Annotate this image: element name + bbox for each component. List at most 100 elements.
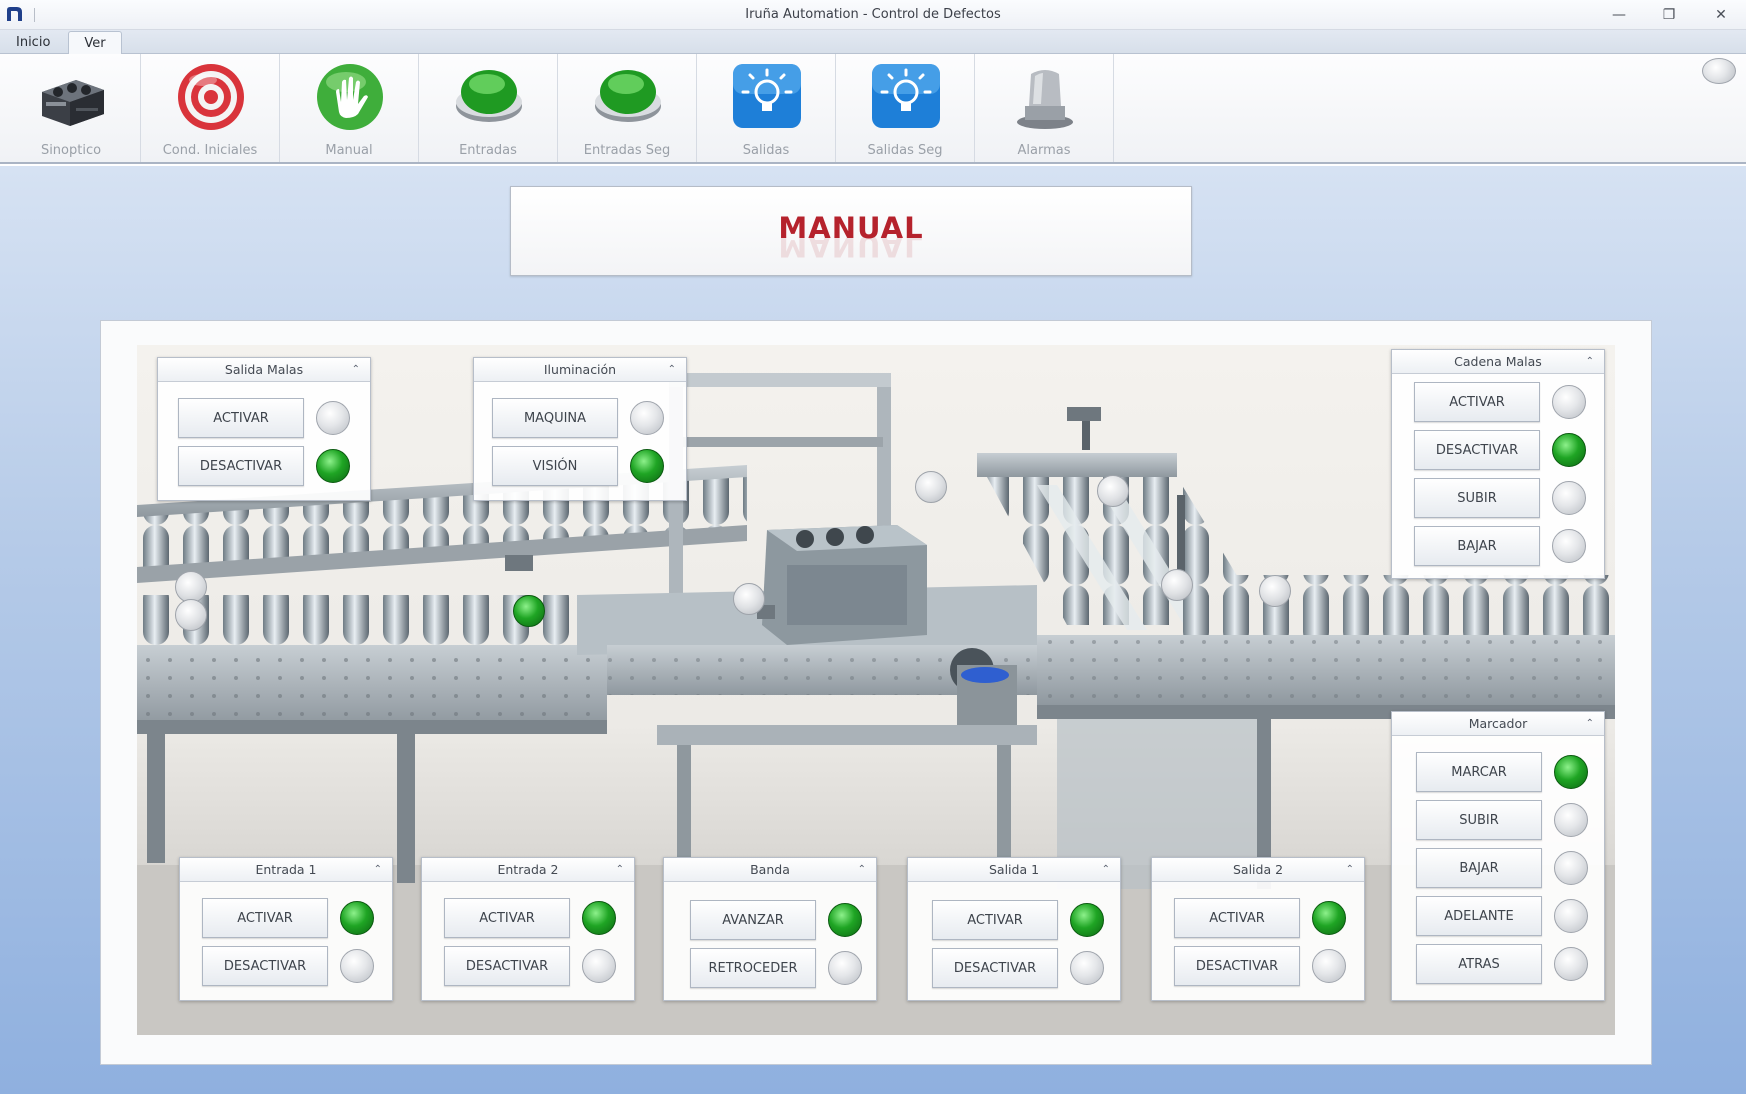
status-lamp: [316, 401, 350, 435]
entrada-1-desactivar-button[interactable]: DESACTIVAR: [202, 946, 328, 986]
salida-2-activar-button[interactable]: ACTIVAR: [1174, 898, 1300, 938]
status-lamp: [828, 903, 862, 937]
status-lamp: [1312, 949, 1346, 983]
status-lamp: [1554, 899, 1588, 933]
status-lamp: [340, 901, 374, 935]
banda-avanzar-button[interactable]: AVANZAR: [690, 900, 816, 940]
ribbon-label: Salidas Seg: [867, 143, 943, 158]
collapse-icon[interactable]: ⌃: [374, 858, 382, 882]
ribbon-label: Alarmas: [1017, 143, 1071, 158]
status-lamp: [630, 449, 664, 483]
group-title-text: Salida 1: [988, 862, 1040, 877]
group-title: Marcador ⌃: [1392, 712, 1604, 736]
salida-2-desactivar-button[interactable]: DESACTIVAR: [1174, 946, 1300, 986]
group-title: Entrada 1 ⌃: [180, 858, 392, 882]
marcador-subir-button[interactable]: SUBIR: [1416, 800, 1542, 840]
cadena-malas-subir-button[interactable]: SUBIR: [1414, 478, 1540, 518]
status-lamp: [1554, 947, 1588, 981]
group-entrada-1: Entrada 1 ⌃ ACTIVAR DESACTIVAR: [179, 857, 393, 1001]
status-lamp: [1552, 385, 1586, 419]
group-title: Salida 2 ⌃: [1152, 858, 1364, 882]
cadena-malas-activar-button[interactable]: ACTIVAR: [1414, 382, 1540, 422]
status-lamp: [1312, 901, 1346, 935]
close-button[interactable]: ✕: [1700, 3, 1742, 27]
machine-sensor: [1161, 569, 1193, 601]
green-button-icon: [456, 70, 522, 122]
group-title-text: Entrada 2: [497, 862, 559, 877]
ribbon-options-button[interactable]: [1700, 58, 1736, 86]
machine-sensor: [175, 599, 207, 631]
ribbon-entradas-seg-button[interactable]: Entradas Seg: [558, 54, 697, 162]
group-title-text: Salida 2: [1232, 862, 1284, 877]
group-title: Entrada 2 ⌃: [422, 858, 634, 882]
iluminacion-maquina-button[interactable]: MAQUINA: [492, 398, 618, 438]
ribbon-salidas-seg-button[interactable]: Salidas Seg: [836, 54, 975, 162]
salida-malas-activar-button[interactable]: ACTIVAR: [178, 398, 304, 438]
group-iluminacion: Iluminación ⌃ MAQUINA VISIÓN: [473, 357, 687, 501]
salida-1-activar-button[interactable]: ACTIVAR: [932, 900, 1058, 940]
entrada-2-desactivar-button[interactable]: DESACTIVAR: [444, 946, 570, 986]
machine-sensor: [915, 471, 947, 503]
cadena-malas-desactivar-button[interactable]: DESACTIVAR: [1414, 430, 1540, 470]
ribbon-manual-button[interactable]: Manual: [280, 54, 419, 162]
status-lamp: [1070, 903, 1104, 937]
salida-malas-desactivar-button[interactable]: DESACTIVAR: [178, 446, 304, 486]
tab-inicio[interactable]: Inicio: [4, 31, 62, 54]
marcador-bajar-button[interactable]: BAJAR: [1416, 848, 1542, 888]
collapse-icon[interactable]: ⌃: [616, 858, 624, 882]
marcador-atras-button[interactable]: ATRAS: [1416, 944, 1542, 984]
status-lamp: [582, 949, 616, 983]
status-lamp: [1070, 951, 1104, 985]
ribbon-label: Cond. Iniciales: [162, 143, 258, 158]
engine-block-icon: [42, 80, 104, 126]
tab-ver[interactable]: Ver: [68, 31, 122, 55]
machine-sensor: [513, 595, 545, 627]
salida-1-desactivar-button[interactable]: DESACTIVAR: [932, 948, 1058, 988]
title-bar: Iruña Automation - Control de Defectos —…: [0, 0, 1746, 30]
group-title-text: Entrada 1: [255, 862, 317, 877]
entrada-1-activar-button[interactable]: ACTIVAR: [202, 898, 328, 938]
collapse-icon[interactable]: ⌃: [1346, 858, 1354, 882]
minimize-button[interactable]: —: [1598, 3, 1640, 27]
marcador-adelante-button[interactable]: ADELANTE: [1416, 896, 1542, 936]
banda-retroceder-button[interactable]: RETROCEDER: [690, 948, 816, 988]
collapse-icon[interactable]: ⌃: [1586, 350, 1594, 374]
entrada-2-activar-button[interactable]: ACTIVAR: [444, 898, 570, 938]
ribbon-tab-bar: Inicio Ver: [0, 30, 1746, 55]
marcador-marcar-button[interactable]: MARCAR: [1416, 752, 1542, 792]
iluminacion-vision-button[interactable]: VISIÓN: [492, 446, 618, 486]
group-banda: Banda ⌃ AVANZAR RETROCEDER: [663, 857, 877, 1001]
ribbon-label: Entradas: [459, 143, 517, 158]
ribbon-alarmas-button[interactable]: Alarmas: [975, 54, 1114, 162]
collapse-icon[interactable]: ⌃: [858, 858, 866, 882]
ribbon-label: Entradas Seg: [583, 143, 671, 158]
status-lamp: [1554, 803, 1588, 837]
main-panel: MANUAL MANUAL Salida Malas ⌃ ACTIVAR DES…: [0, 166, 1746, 1094]
lightbulb-icon: [872, 64, 940, 128]
collapse-icon[interactable]: ⌃: [352, 358, 360, 382]
group-title: Salida 1 ⌃: [908, 858, 1120, 882]
group-title-text: Salida Malas: [224, 362, 304, 377]
ribbon: Sinoptico Cond. Iniciales Manual Entrada…: [0, 54, 1746, 164]
target-icon: [178, 64, 244, 130]
ribbon-label: Sinoptico: [40, 143, 102, 158]
ribbon-salidas-button[interactable]: Salidas: [697, 54, 836, 162]
collapse-icon[interactable]: ⌃: [1102, 858, 1110, 882]
status-lamp: [1554, 755, 1588, 789]
cadena-malas-bajar-button[interactable]: BAJAR: [1414, 526, 1540, 566]
ribbon-cond-iniciales-button[interactable]: Cond. Iniciales: [141, 54, 280, 162]
ribbon-sinoptico-button[interactable]: Sinoptico: [2, 54, 141, 162]
collapse-icon[interactable]: ⌃: [1586, 712, 1594, 736]
group-salida-2: Salida 2 ⌃ ACTIVAR DESACTIVAR: [1151, 857, 1365, 1001]
ribbon-entradas-button[interactable]: Entradas: [419, 54, 558, 162]
group-title: Iluminación ⌃: [474, 358, 686, 382]
group-title: Salida Malas ⌃: [158, 358, 370, 382]
group-title: Cadena Malas ⌃: [1392, 350, 1604, 374]
group-title-text: Iluminación: [543, 362, 617, 377]
status-lamp: [316, 449, 350, 483]
group-title: Banda ⌃: [664, 858, 876, 882]
collapse-icon[interactable]: ⌃: [668, 358, 676, 382]
status-lamp: [1552, 433, 1586, 467]
restore-button[interactable]: ❐: [1648, 3, 1690, 27]
status-lamp: [828, 951, 862, 985]
